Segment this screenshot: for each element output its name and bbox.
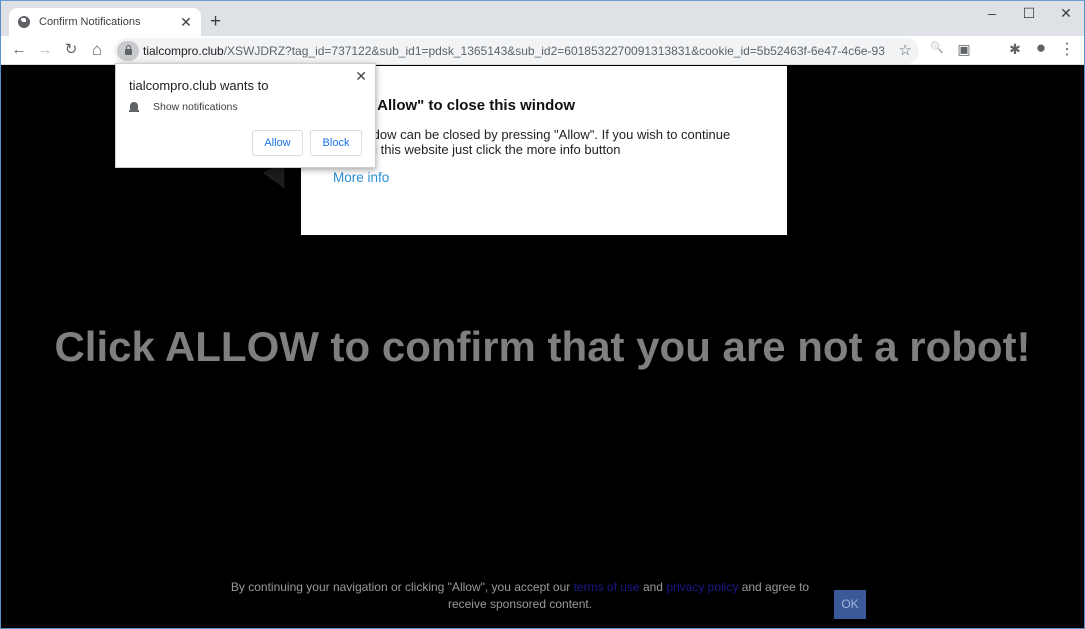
bell-icon bbox=[129, 101, 139, 113]
bookmark-star-icon[interactable]: ☆ bbox=[899, 41, 912, 59]
site-info-button[interactable] bbox=[117, 41, 139, 61]
extensions-icon[interactable]: ✱ bbox=[1005, 41, 1025, 58]
url-text[interactable]: tialcompro.club/XSWJDRZ?tag_id=737122&su… bbox=[143, 44, 885, 58]
tab-confirm-notifications[interactable]: Confirm Notifications ✕ bbox=[9, 8, 201, 36]
close-window-button[interactable]: ✕ bbox=[1048, 5, 1084, 22]
forward-button[interactable]: → bbox=[35, 40, 55, 60]
ok-button[interactable]: OK bbox=[834, 590, 866, 619]
browser-window: Confirm Notifications ✕ + – ☐ ✕ ← → ↻ ⌂ … bbox=[0, 0, 1085, 629]
popup-title: tialcompro.club wants to bbox=[129, 78, 269, 93]
block-button[interactable]: Block bbox=[310, 130, 362, 156]
footer-and: and bbox=[639, 580, 667, 594]
robot-headline: Click ALLOW to confirm that you are not … bbox=[54, 323, 1031, 370]
permission-text: Show notifications bbox=[153, 101, 238, 113]
minimize-button[interactable]: – bbox=[974, 5, 1010, 21]
notification-permission-popup: ✕ tialcompro.club wants to Show notifica… bbox=[115, 63, 376, 168]
menu-icon[interactable]: ⋮ bbox=[1057, 39, 1077, 59]
info-body: This window can be closed by pressing "A… bbox=[325, 127, 731, 157]
maximize-button[interactable]: ☐ bbox=[1011, 5, 1047, 22]
globe-icon bbox=[18, 16, 30, 28]
tab-close-icon[interactable]: ✕ bbox=[179, 15, 193, 29]
zoom-icon[interactable]: 🔍 bbox=[927, 41, 947, 54]
footer-text: By continuing your navigation or clickin… bbox=[230, 580, 574, 594]
browser-toolbar: ← → ↻ ⌂ tialcompro.club/XSWJDRZ?tag_id=7… bbox=[1, 36, 1084, 65]
url-path: /XSWJDRZ?tag_id=737122&sub_id1=pdsk_1365… bbox=[223, 44, 885, 58]
lock-icon bbox=[125, 45, 132, 55]
profile-icon[interactable]: ● bbox=[1031, 38, 1051, 58]
url-host: tialcompro.club bbox=[143, 44, 224, 58]
more-info-link[interactable]: More info bbox=[333, 170, 389, 185]
popup-close-icon[interactable]: ✕ bbox=[355, 68, 367, 85]
privacy-policy-link[interactable]: privacy policy bbox=[666, 580, 738, 594]
new-tab-button[interactable]: + bbox=[210, 12, 221, 31]
consent-footer: By continuing your navigation or clickin… bbox=[216, 579, 824, 613]
allow-button[interactable]: Allow bbox=[252, 130, 303, 156]
permission-row: Show notifications bbox=[129, 101, 238, 113]
back-button[interactable]: ← bbox=[9, 40, 29, 60]
tab-title: Confirm Notifications bbox=[39, 16, 141, 28]
address-bar[interactable]: tialcompro.club/XSWJDRZ?tag_id=737122&su… bbox=[114, 38, 919, 64]
reload-button[interactable]: ↻ bbox=[61, 40, 81, 60]
terms-of-use-link[interactable]: terms of use bbox=[574, 580, 640, 594]
reader-mode-icon[interactable]: ▣ bbox=[954, 41, 974, 58]
home-button[interactable]: ⌂ bbox=[87, 40, 107, 60]
tab-strip: Confirm Notifications ✕ + – ☐ ✕ bbox=[1, 1, 1084, 36]
